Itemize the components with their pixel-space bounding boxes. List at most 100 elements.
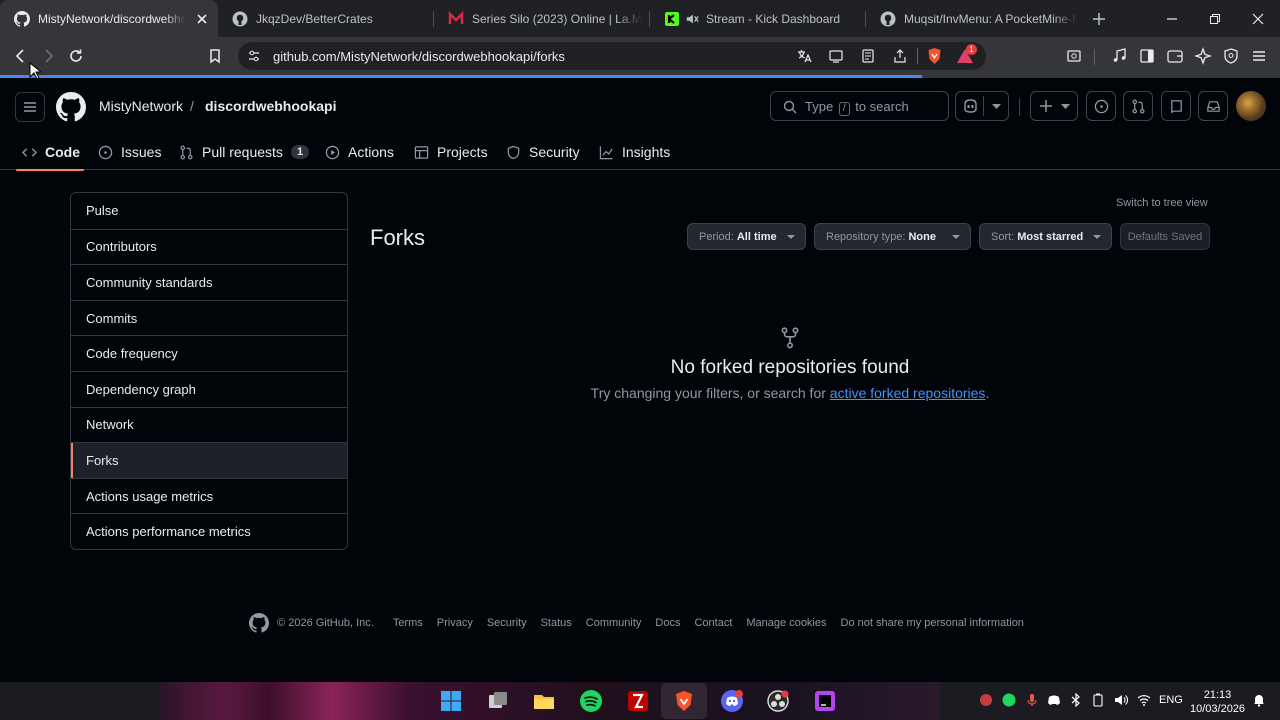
create-new-button[interactable] [1030,91,1078,121]
issues-button[interactable] [1086,91,1116,121]
sidebar-item-actions-performance-metrics[interactable]: Actions performance metrics [71,513,347,549]
footer-link-manage-cookies[interactable]: Manage cookies [746,617,826,629]
phpstorm-icon[interactable] [813,689,837,713]
filezilla-icon[interactable] [626,689,650,713]
wallet-icon[interactable] [1166,47,1184,65]
global-nav-button[interactable] [15,92,45,122]
repo-name-link[interactable]: discordwebhookapi [205,98,336,114]
reader-mode-icon[interactable] [860,48,876,64]
restore-icon[interactable] [1207,11,1223,27]
notifications-button[interactable] [1198,91,1228,121]
address-bar[interactable]: github.com/MistyNetwork/discordwebhookap… [238,42,986,70]
chevron-down-icon [952,235,960,239]
spotify-tray-icon[interactable] [1002,693,1016,707]
brave-tray-icon[interactable] [979,693,993,707]
browser-menu-icon[interactable] [1250,47,1268,65]
url-text[interactable]: github.com/MistyNetwork/discordwebhookap… [273,49,565,64]
browser-tab[interactable]: Muqsit/InvMenu: A PocketMine-MP [866,0,1078,37]
active-forked-repositories-link[interactable]: active forked repositories [830,385,986,401]
notification-bell-icon[interactable] [1252,693,1266,707]
tab-issues[interactable]: Issues [98,134,161,170]
footer-link-status[interactable]: Status [541,617,572,629]
browser-tab[interactable]: Series Silo (2023) Online | La.Movie [434,0,646,37]
sidebar-item-pulse[interactable]: Pulse [71,193,347,229]
bluetooth-icon[interactable] [1069,693,1083,707]
tab-insights[interactable]: Insights [599,134,670,170]
footer-link-privacy[interactable]: Privacy [437,617,473,629]
translate-icon[interactable] [796,48,812,64]
minimize-icon[interactable] [1164,11,1180,27]
lamovie-icon [448,10,464,27]
muted-speaker-icon[interactable] [684,11,700,27]
tab-actions[interactable]: Actions [325,134,394,170]
shield-icon [507,145,520,159]
microphone-icon[interactable] [1025,693,1039,707]
footer-link-contact[interactable]: Contact [694,617,732,629]
screenshot-icon[interactable] [1065,47,1083,65]
sidebar-item-forks[interactable]: Forks [71,442,347,478]
footer-link-terms[interactable]: Terms [393,617,423,629]
sidebar-item-dependency-graph[interactable]: Dependency graph [71,370,347,407]
footer-link-community[interactable]: Community [586,617,642,629]
repository-type-filter-button[interactable]: Repository type: None [814,223,971,250]
cast-icon[interactable] [828,48,844,64]
vpn-icon[interactable] [1222,47,1240,65]
leo-ai-icon[interactable] [1194,47,1212,65]
sidebar-item-commits[interactable]: Commits [71,299,347,336]
sidebar-item-contributors[interactable]: Contributors [71,228,347,265]
brave-browser-icon[interactable] [672,689,696,713]
footer-link-security[interactable]: Security [487,617,527,629]
github-logo-icon[interactable] [56,92,86,122]
footer-link-do-not-share[interactable]: Do not share my personal information [841,617,1024,629]
repositories-button[interactable] [1161,91,1191,121]
discord-tray-icon[interactable] [1047,693,1061,707]
tab-code[interactable]: Code [16,134,84,171]
wifi-icon[interactable] [1137,693,1151,707]
sort-filter-button[interactable]: Sort: Most starred [979,223,1112,250]
copilot-button[interactable] [955,91,1009,121]
battery-icon[interactable] [1091,693,1105,707]
browser-tab[interactable]: Stream - Kick Dashboard [650,0,862,37]
footer-link-docs[interactable]: Docs [655,617,680,629]
forward-icon[interactable] [39,47,57,65]
period-filter-button[interactable]: Period: All time [687,223,806,250]
tab-pull-requests[interactable]: Pull requests 1 [179,134,310,170]
tab-security[interactable]: Security [506,134,580,170]
site-settings-icon[interactable] [247,49,261,63]
file-explorer-icon[interactable] [532,689,556,713]
back-icon[interactable] [12,47,30,65]
brave-rewards-icon[interactable]: 1 [956,44,977,65]
repo-owner-link[interactable]: MistyNetwork [99,98,183,114]
browser-tab-active[interactable]: MistyNetwork/discordwebhookapi [0,0,218,37]
tab-projects[interactable]: Projects [414,134,488,170]
brave-shields-icon[interactable] [926,47,943,65]
bookmark-icon[interactable] [206,47,224,65]
sidebar-item-code-frequency[interactable]: Code frequency [71,335,347,371]
search-input[interactable]: Type / to search [770,91,949,121]
browser-tab[interactable]: JkqzDev/BetterCrates [218,0,430,37]
share-icon[interactable] [892,48,908,64]
insights-sidebar: Pulse Contributors Community standards C… [70,192,348,550]
close-window-icon[interactable] [1250,11,1266,27]
discord-ptb-icon[interactable] [720,689,744,713]
avatar[interactable] [1236,91,1266,121]
sidebar-item-actions-usage-metrics[interactable]: Actions usage metrics [71,477,347,514]
spotify-icon[interactable] [579,689,603,713]
sidebar-item-network[interactable]: Network [71,406,347,443]
windows-start-icon[interactable] [439,689,463,713]
system-clock[interactable]: 21:13 10/03/2026 [1190,688,1245,716]
new-tab-icon[interactable] [1091,11,1107,27]
input-language-indicator[interactable]: ENG [1159,694,1183,706]
sidebar-item-community-standards[interactable]: Community standards [71,264,347,300]
defaults-saved-button[interactable]: Defaults Saved [1120,223,1210,250]
media-icon[interactable] [1110,47,1128,65]
pull-requests-button[interactable] [1123,91,1153,121]
close-tab-icon[interactable] [194,11,210,27]
sidebar-icon[interactable] [1138,47,1156,65]
switch-to-tree-view-link[interactable]: Switch to tree view [1116,197,1208,209]
volume-icon[interactable] [1114,693,1128,707]
github-footer-logo-icon[interactable] [249,613,270,633]
obs-studio-icon[interactable] [766,689,790,713]
reload-icon[interactable] [67,47,85,65]
task-view-icon[interactable] [486,689,510,713]
